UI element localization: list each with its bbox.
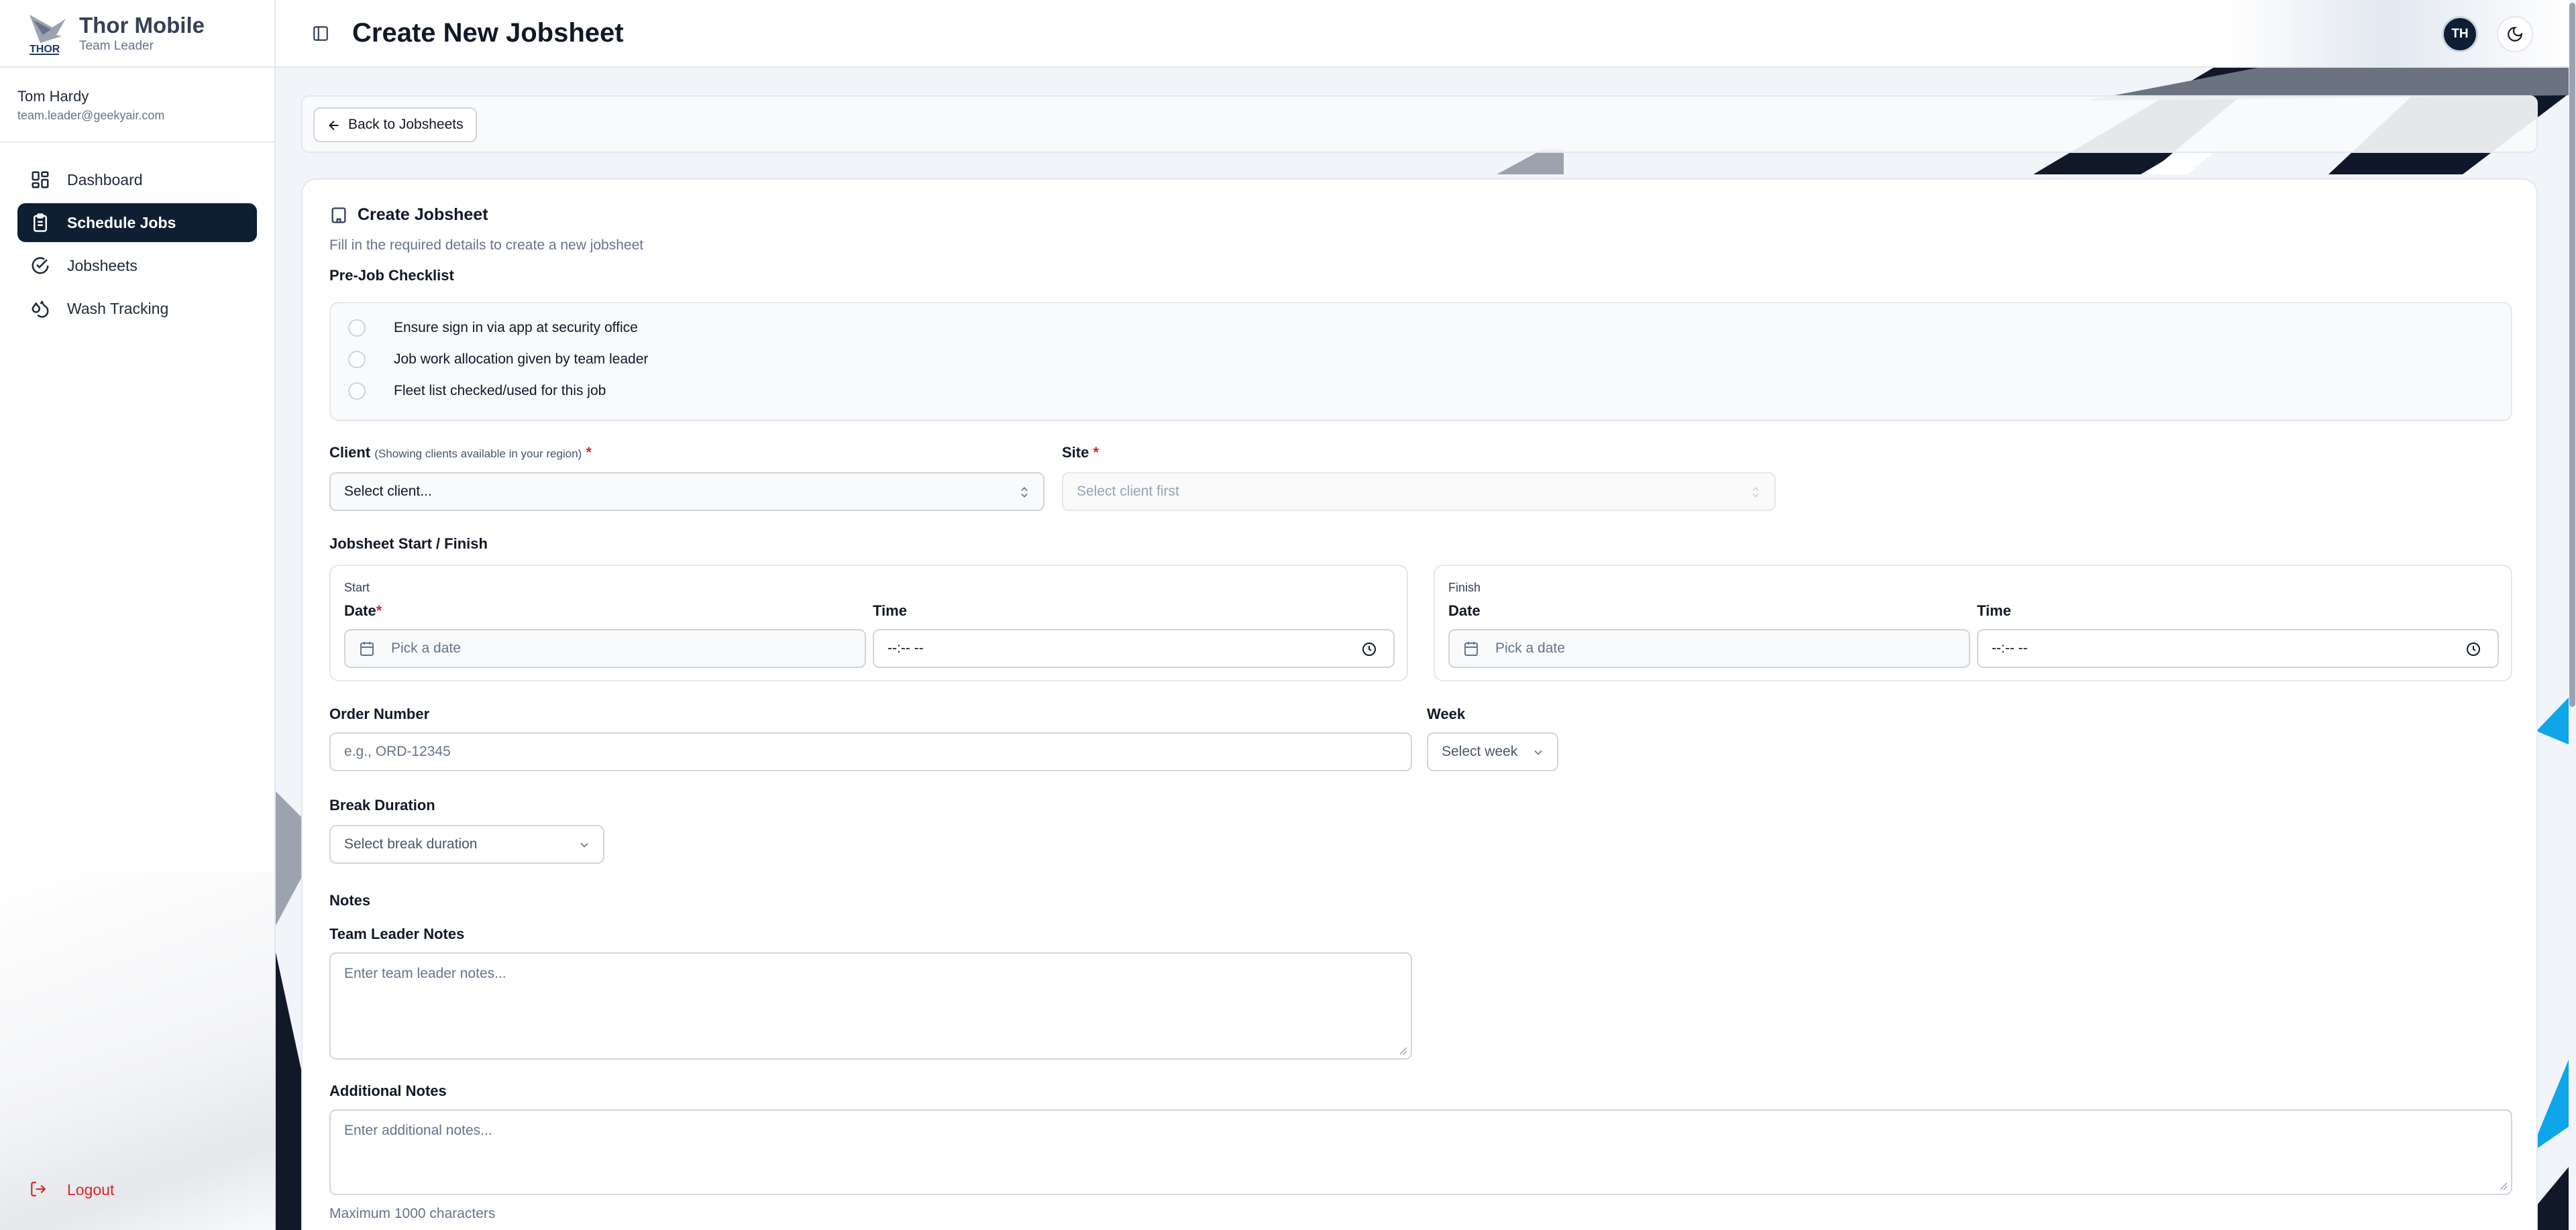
finish-time-label: Time [1977,602,2011,619]
grid-icon [30,169,51,190]
team-leader-notes-label: Team Leader Notes [329,926,465,942]
page-title: Create New Jobsheet [352,18,624,48]
chevron-down-icon [1534,750,1542,755]
checklist-item[interactable]: Ensure sign in via app at security offic… [348,319,638,337]
site-select[interactable]: Select client first [1062,472,1776,511]
client-hint: (Showing clients available in your regio… [374,447,582,460]
finish-time-input[interactable]: --:-- -- [1977,629,2499,668]
checklist-item-label: Ensure sign in via app at security offic… [394,320,638,335]
finish-box: Finish Date Pick a date Time --:-- -- [1434,565,2512,681]
site-label: Site * [1062,444,1099,461]
week-label: Week [1427,706,1466,722]
pre-job-checklist: Ensure sign in via app at security offic… [329,302,2512,421]
main-content: Create New Jobsheet TH Back to Jobsheets… [276,0,2569,1230]
break-duration-label: Break Duration [329,797,435,814]
client-label: Client (Showing clients available in you… [329,444,592,461]
calendar-icon [1464,642,1478,656]
card-header: Create Jobsheet [329,205,488,225]
sidebar-background [0,872,274,1230]
sidebar-item-dashboard[interactable]: Dashboard [17,160,257,199]
logout-button[interactable]: Logout [30,1180,114,1199]
arrow-left-icon [329,120,339,131]
sidebar-item-wash-tracking[interactable]: Wash Tracking [17,289,257,328]
checklist-item-label: Job work allocation given by team leader [394,351,649,367]
chevrons-up-down-icon [1752,487,1759,498]
panel-left-icon [313,25,328,41]
checklist-radio[interactable] [348,382,366,400]
brand-role: Team Leader [79,38,154,53]
page-scrollbar[interactable] [2569,0,2576,1230]
scrollbar-thumb[interactable] [2569,3,2575,707]
checklist-title: Pre-Job Checklist [329,267,454,284]
additional-notes-textarea[interactable]: Enter additional notes... [329,1109,2512,1195]
sidebar-item-label: Dashboard [67,170,143,188]
start-date-picker[interactable]: Pick a date [344,629,866,668]
clock-icon[interactable] [1361,641,1377,657]
order-number-input[interactable]: e.g., ORD-12345 [329,732,1412,771]
finish-heading: Finish [1448,581,1481,594]
schedule-title: Jobsheet Start / Finish [329,535,488,552]
finish-date-label: Date [1448,602,1481,619]
svg-text:THOR: THOR [30,44,60,55]
theme-toggle-button[interactable] [2497,16,2533,52]
sidebar-item-label: Schedule Jobs [67,213,176,231]
brand-name: Thor Mobile [79,12,205,38]
week-select[interactable]: Select week [1427,732,1558,771]
team-leader-notes-textarea[interactable]: Enter team leader notes... [329,952,1412,1060]
notes-title: Notes [329,892,371,909]
client-select[interactable]: Select client... [329,472,1044,511]
chevrons-up-down-icon [1021,487,1028,498]
checklist-item[interactable]: Job work allocation given by team leader [348,351,648,368]
finish-date-picker[interactable]: Pick a date [1448,629,1970,668]
checklist-radio[interactable] [348,319,366,337]
sidebar-item-jobsheets[interactable]: Jobsheets [17,246,257,285]
user-email: team.leader@geekyair.com [17,109,165,122]
sidebar-item-label: Jobsheets [67,256,138,274]
sidebar-item-schedule-jobs[interactable]: Schedule Jobs [17,203,257,242]
card-title: Create Jobsheet [358,205,488,224]
chevron-down-icon [580,842,588,848]
additional-notes-label: Additional Notes [329,1082,447,1099]
back-label: Back to Jobsheets [348,117,464,132]
droplets-icon [30,298,51,319]
sidebar-toggle-button[interactable] [311,23,331,44]
check-circle-icon [30,255,51,276]
start-box: Start Date* Pick a date Time --:-- -- [329,565,1408,681]
sidebar: THOR Thor Mobile Team Leader Tom Hardy t… [0,0,276,1230]
logout-label: Logout [67,1180,115,1198]
start-date-label: Date* [344,602,382,619]
checklist-item-label: Fleet list checked/used for this job [394,383,606,398]
user-info: Tom Hardy team.leader@geekyair.com [0,68,274,143]
checklist-radio[interactable] [348,351,366,368]
max-characters-note: Maximum 1000 characters [329,1206,496,1221]
sidebar-nav: Dashboard Schedule Jobs Jobsheets Wash T… [0,143,274,328]
logout-icon [30,1180,48,1199]
resize-grip-icon[interactable] [1397,1045,1408,1056]
back-bar: Back to Jobsheets [301,95,2538,153]
sidebar-item-label: Wash Tracking [67,299,169,317]
user-name: Tom Hardy [17,88,89,105]
create-jobsheet-card: Create Jobsheet Fill in the required det… [301,178,2538,1230]
clock-icon[interactable] [2465,641,2481,657]
start-time-input[interactable]: --:-- -- [873,629,1395,668]
start-heading: Start [344,581,370,594]
calendar-icon [360,642,374,656]
order-number-label: Order Number [329,706,430,722]
card-subtitle: Fill in the required details to create a… [329,237,644,253]
brand-header: THOR Thor Mobile Team Leader [0,0,274,68]
thor-logo: THOR [27,11,68,56]
moon-icon [2508,27,2522,42]
avatar[interactable]: TH [2442,16,2478,52]
back-to-jobsheets-button[interactable]: Back to Jobsheets [313,107,477,142]
resize-grip-icon[interactable] [2498,1180,2508,1191]
clipboard-icon [30,212,51,233]
checklist-item[interactable]: Fleet list checked/used for this job [348,382,606,400]
start-time-label: Time [873,602,907,619]
break-duration-select[interactable]: Select break duration [329,825,604,864]
building-icon [331,207,346,223]
top-bar: Create New Jobsheet TH [276,0,2569,68]
